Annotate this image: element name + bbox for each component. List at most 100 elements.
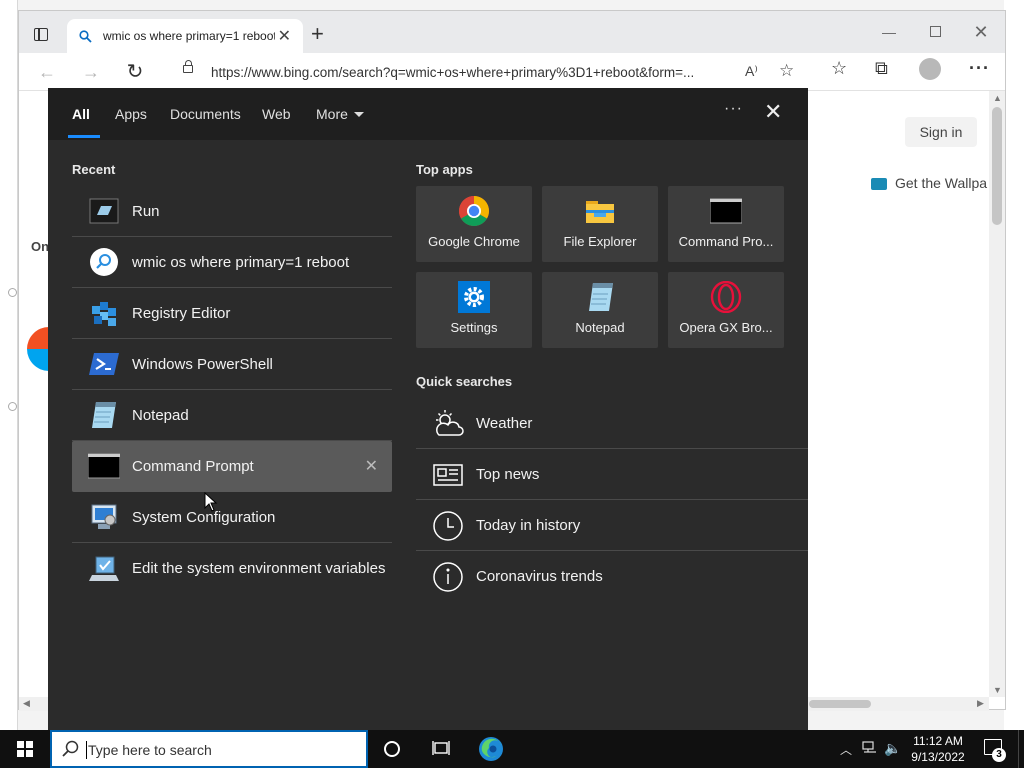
profile-avatar[interactable] — [919, 58, 941, 80]
forward-button[interactable]: → — [77, 59, 105, 85]
scroll-down-icon[interactable]: ▼ — [993, 685, 1002, 695]
minimize-button[interactable]: — — [867, 21, 911, 45]
recent-heading: Recent — [72, 162, 116, 177]
desktop-right-edge — [1004, 0, 1024, 730]
file-explorer-icon — [586, 201, 614, 223]
read-aloud-icon[interactable]: A⁾ — [745, 63, 758, 80]
windows-logo-icon — [17, 741, 33, 757]
network-icon[interactable] — [862, 741, 878, 755]
wallpaper-icon — [871, 178, 887, 191]
tab-apps[interactable]: Apps — [115, 106, 147, 122]
scrollbar-thumb[interactable] — [809, 700, 871, 708]
top-app-notepad[interactable]: Notepad — [542, 272, 658, 348]
recent-item-label: Run — [132, 203, 160, 220]
system-configuration-icon — [91, 504, 117, 529]
partial-icon — [8, 288, 17, 297]
search-icon — [79, 30, 92, 43]
show-hidden-icons-icon[interactable]: ︿ — [840, 741, 852, 758]
top-app-opera-gx[interactable]: Opera GX Bro... — [668, 272, 784, 348]
lock-icon — [183, 60, 193, 73]
tab-actions-button[interactable] — [29, 23, 55, 47]
scroll-right-icon[interactable]: ▶ — [977, 698, 984, 709]
recent-item-label: Windows PowerShell — [132, 356, 273, 373]
top-app-command-prompt[interactable]: Command Pro... — [668, 186, 784, 262]
browser-tab[interactable]: wmic os where primary=1 reboot - Search … — [67, 19, 303, 53]
recent-item-environment-variables[interactable]: Edit the system environment variables — [72, 543, 392, 594]
recent-item-system-configuration[interactable]: System Configuration — [72, 492, 392, 543]
tab-actions-icon — [34, 28, 48, 41]
recent-item-search[interactable]: wmic os where primary=1 reboot — [72, 237, 392, 288]
search-icon — [62, 740, 79, 757]
clock-date: 9/13/2022 — [911, 750, 965, 764]
new-tab-button[interactable]: + — [311, 23, 324, 45]
recent-item-command-prompt[interactable]: Command Prompt ✕ — [72, 441, 392, 492]
powershell-icon — [89, 353, 119, 375]
recent-item-run[interactable]: Run — [72, 186, 392, 237]
quick-search-today-in-history[interactable]: Today in history — [416, 500, 808, 551]
vertical-scrollbar[interactable]: ▲ ▼ — [989, 91, 1005, 697]
recent-item-label: Registry Editor — [132, 305, 231, 322]
show-desktop-button[interactable] — [1018, 730, 1024, 768]
taskbar-search-box[interactable]: Type here to search — [50, 730, 368, 768]
top-app-file-explorer[interactable]: File Explorer — [542, 186, 658, 262]
more-options-icon[interactable]: ··· — [724, 100, 743, 118]
opera-gx-icon — [710, 281, 742, 313]
search-flyout: All Apps Documents Web More ··· ✕ Recent… — [48, 88, 808, 730]
volume-icon[interactable]: 🔈 — [884, 740, 901, 757]
search-placeholder: Type here to search — [86, 741, 212, 759]
recent-item-powershell[interactable]: Windows PowerShell — [72, 339, 392, 390]
remove-icon[interactable]: ✕ — [365, 456, 378, 476]
favorites-icon[interactable]: ☆ — [831, 58, 847, 79]
notepad-icon — [92, 402, 116, 428]
task-view-icon[interactable] — [432, 740, 450, 756]
window-close-button[interactable]: ✕ — [959, 21, 1003, 45]
clock[interactable]: 11:12 AM 9/13/2022 — [906, 733, 970, 765]
add-favorite-icon[interactable]: ☆ — [779, 61, 794, 81]
top-app-label: Notepad — [575, 320, 625, 335]
tab-documents[interactable]: Documents — [170, 106, 241, 122]
scroll-left-icon[interactable]: ◀ — [23, 698, 30, 709]
quick-search-coronavirus-trends[interactable]: Coronavirus trends — [416, 551, 808, 602]
quick-searches-heading: Quick searches — [416, 374, 513, 389]
tab-close-icon[interactable]: ✕ — [278, 26, 291, 46]
chevron-down-icon — [353, 112, 364, 117]
url-field[interactable]: https://www.bing.com/search?q=wmic+os+wh… — [169, 57, 807, 87]
quick-search-weather[interactable]: Weather — [416, 398, 808, 449]
top-app-settings[interactable]: Settings — [416, 272, 532, 348]
back-button[interactable]: ← — [33, 59, 61, 85]
settings-icon — [458, 281, 490, 313]
get-wallpaper-link[interactable]: Get the Wallpa — [871, 175, 989, 191]
top-app-label: Opera GX Bro... — [679, 320, 773, 335]
collections-icon[interactable]: ⧉ — [875, 58, 888, 79]
top-apps-heading: Top apps — [416, 162, 473, 177]
quick-search-top-news[interactable]: Top news — [416, 449, 808, 500]
cortana-icon[interactable] — [384, 741, 400, 757]
scroll-up-icon[interactable]: ▲ — [993, 93, 1002, 103]
quick-search-label: Top news — [476, 466, 540, 483]
tab-web[interactable]: Web — [262, 106, 291, 122]
edge-taskbar-icon[interactable] — [476, 734, 506, 764]
command-prompt-icon — [88, 453, 120, 479]
settings-more-icon[interactable]: ··· — [969, 58, 990, 79]
recent-item-label: wmic os where primary=1 reboot — [132, 254, 350, 271]
start-button[interactable] — [0, 730, 48, 768]
search-filter-tabs: All Apps Documents Web More ··· ✕ — [48, 88, 808, 140]
recent-item-label: Command Prompt — [132, 458, 254, 475]
quick-search-label: Coronavirus trends — [476, 568, 603, 585]
command-prompt-icon — [710, 198, 742, 224]
tab-all[interactable]: All — [72, 106, 90, 122]
sign-in-button[interactable]: Sign in — [905, 117, 977, 147]
top-app-google-chrome[interactable]: Google Chrome — [416, 186, 532, 262]
maximize-button[interactable] — [913, 21, 957, 45]
notification-count-badge: 3 — [992, 748, 1006, 762]
taskbar: Type here to search ︿ 🔈 11:12 AM 9/13/20… — [0, 730, 1024, 768]
reload-button[interactable]: ↻ — [121, 59, 149, 85]
close-icon[interactable]: ✕ — [764, 100, 782, 124]
scrollbar-thumb[interactable] — [992, 107, 1002, 225]
url-text: https://www.bing.com/search?q=wmic+os+wh… — [211, 65, 695, 80]
recent-item-notepad[interactable]: Notepad — [72, 390, 392, 441]
recent-item-registry-editor[interactable]: Registry Editor — [72, 288, 392, 339]
tab-more[interactable]: More — [316, 106, 364, 122]
address-bar: ← → ↻ https://www.bing.com/search?q=wmic… — [19, 53, 1005, 91]
tab-bar: wmic os where primary=1 reboot - Search … — [19, 11, 1005, 53]
